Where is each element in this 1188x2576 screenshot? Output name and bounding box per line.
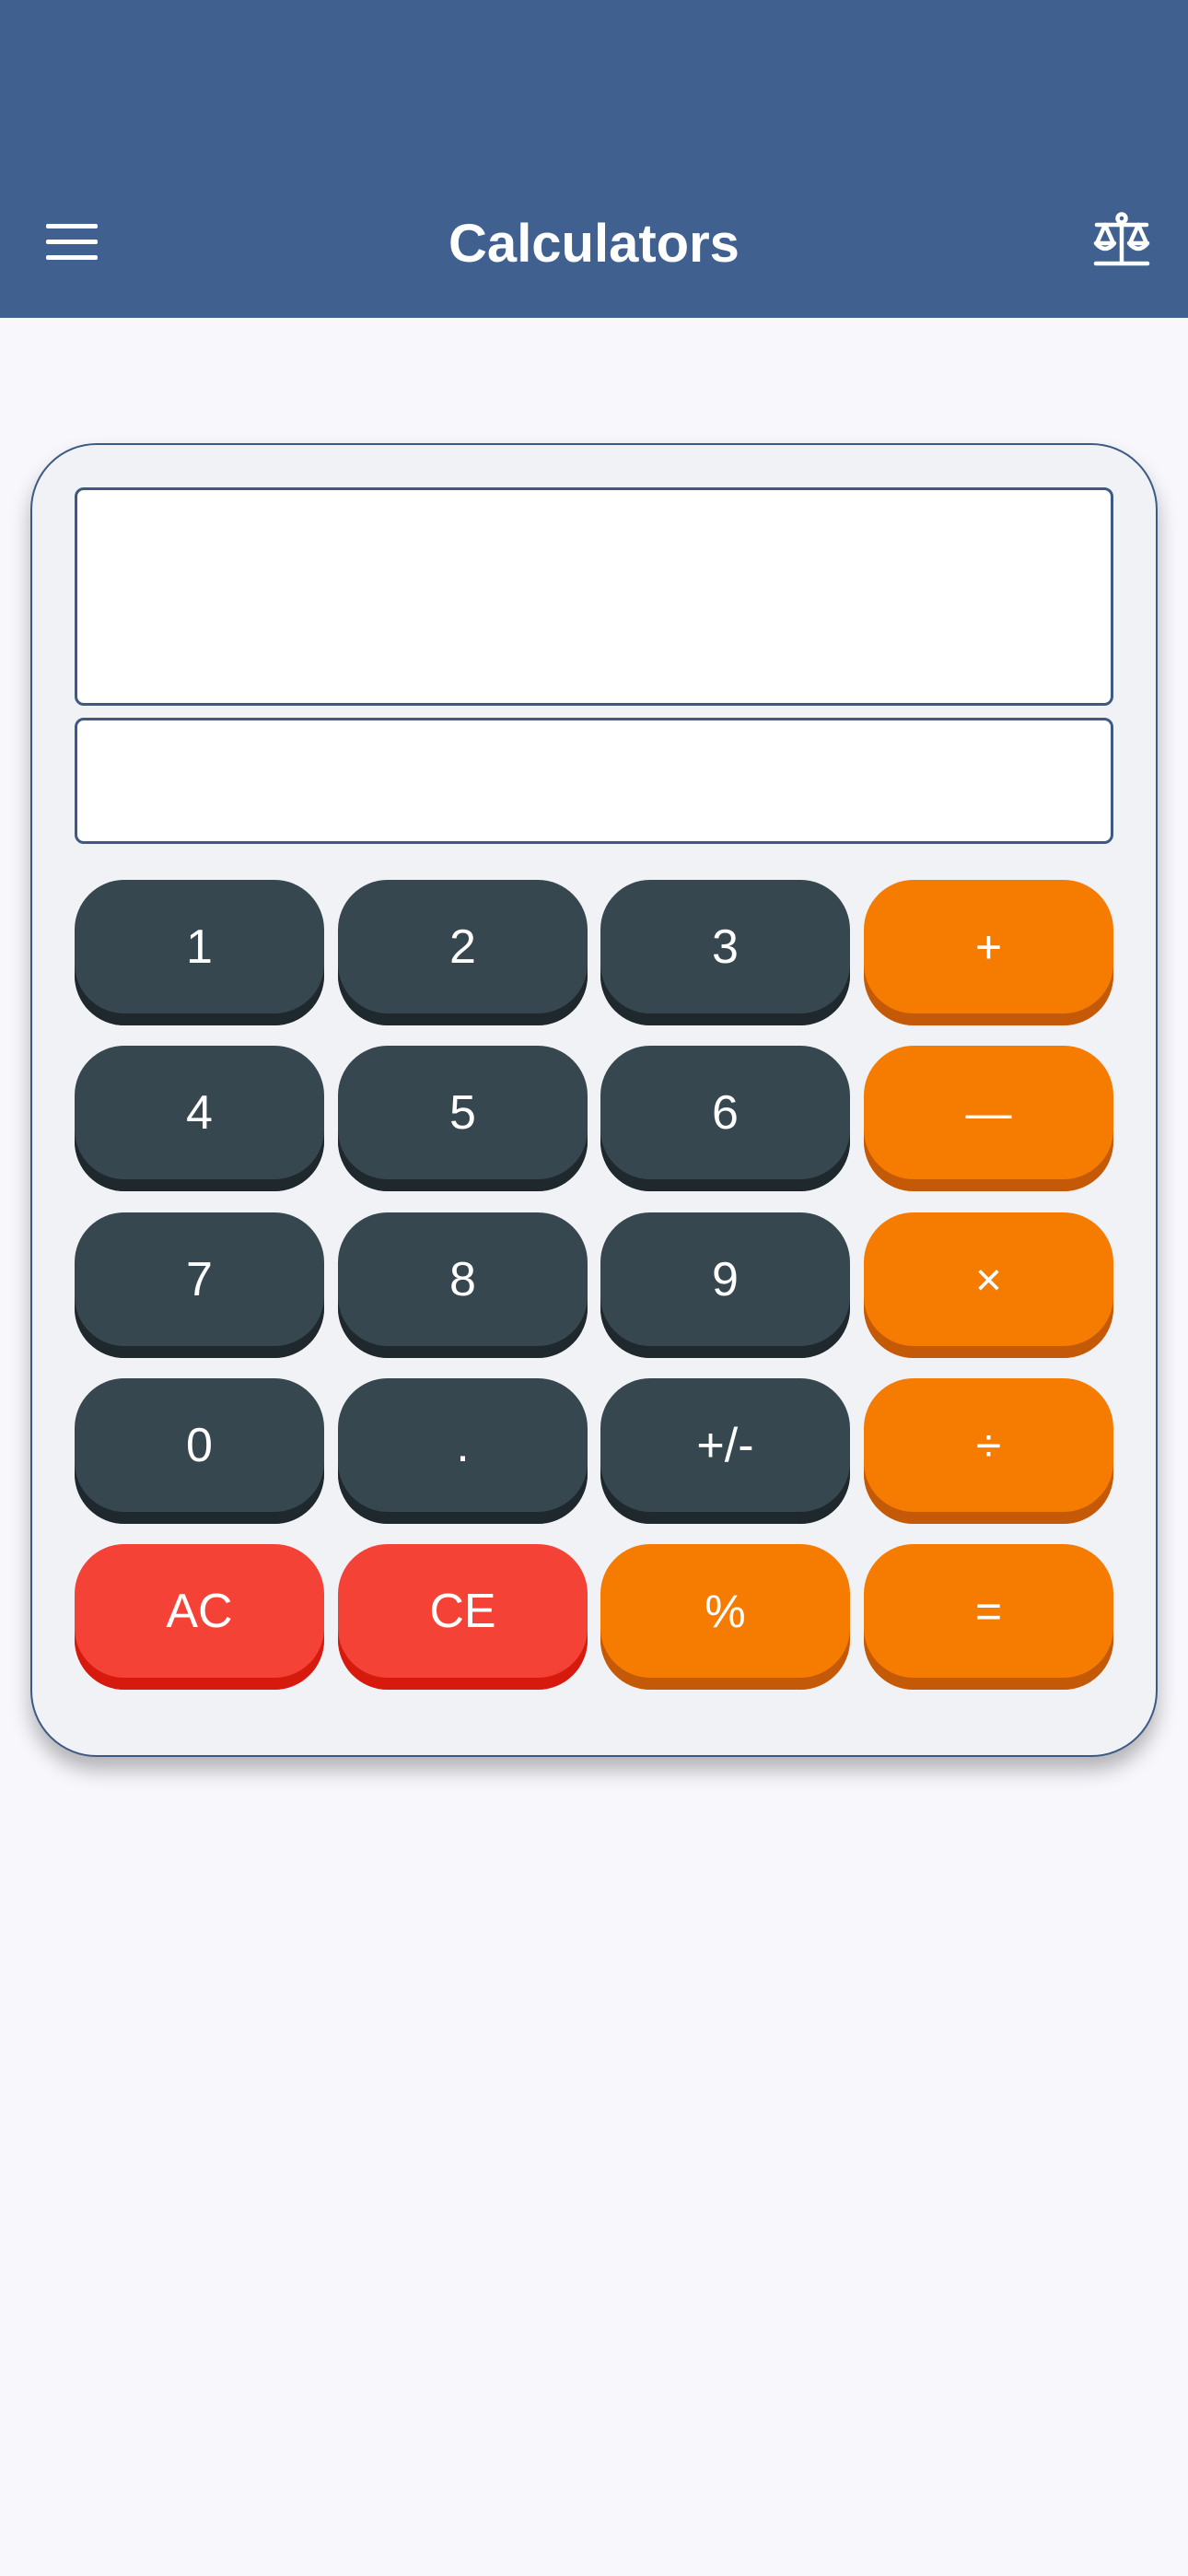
result-display	[75, 718, 1113, 844]
key-decimal[interactable]: .	[338, 1378, 588, 1524]
expression-display	[75, 487, 1113, 706]
page-title: Calculators	[448, 214, 740, 274]
scale-button[interactable]	[1092, 210, 1151, 269]
key-all-clear[interactable]: AC	[75, 1544, 324, 1690]
key-7[interactable]: 7	[75, 1212, 324, 1358]
key-3[interactable]: 3	[600, 880, 850, 1025]
key-divide[interactable]: ÷	[864, 1378, 1113, 1524]
key-toggle-sign[interactable]: +/-	[600, 1378, 850, 1524]
app-bar: Calculators	[0, 0, 1188, 318]
balance-scale-icon	[1093, 212, 1150, 266]
key-4[interactable]: 4	[75, 1046, 324, 1191]
key-0[interactable]: 0	[75, 1378, 324, 1524]
key-clear-entry[interactable]: CE	[338, 1544, 588, 1690]
key-plus[interactable]: +	[864, 880, 1113, 1025]
key-8[interactable]: 8	[338, 1212, 588, 1358]
key-6[interactable]: 6	[600, 1046, 850, 1191]
key-minus[interactable]: —	[864, 1046, 1113, 1191]
key-1[interactable]: 1	[75, 880, 324, 1025]
key-equals[interactable]: =	[864, 1544, 1113, 1690]
key-multiply[interactable]: ×	[864, 1212, 1113, 1358]
key-percent[interactable]: %	[600, 1544, 850, 1690]
key-5[interactable]: 5	[338, 1046, 588, 1191]
key-9[interactable]: 9	[600, 1212, 850, 1358]
key-2[interactable]: 2	[338, 880, 588, 1025]
